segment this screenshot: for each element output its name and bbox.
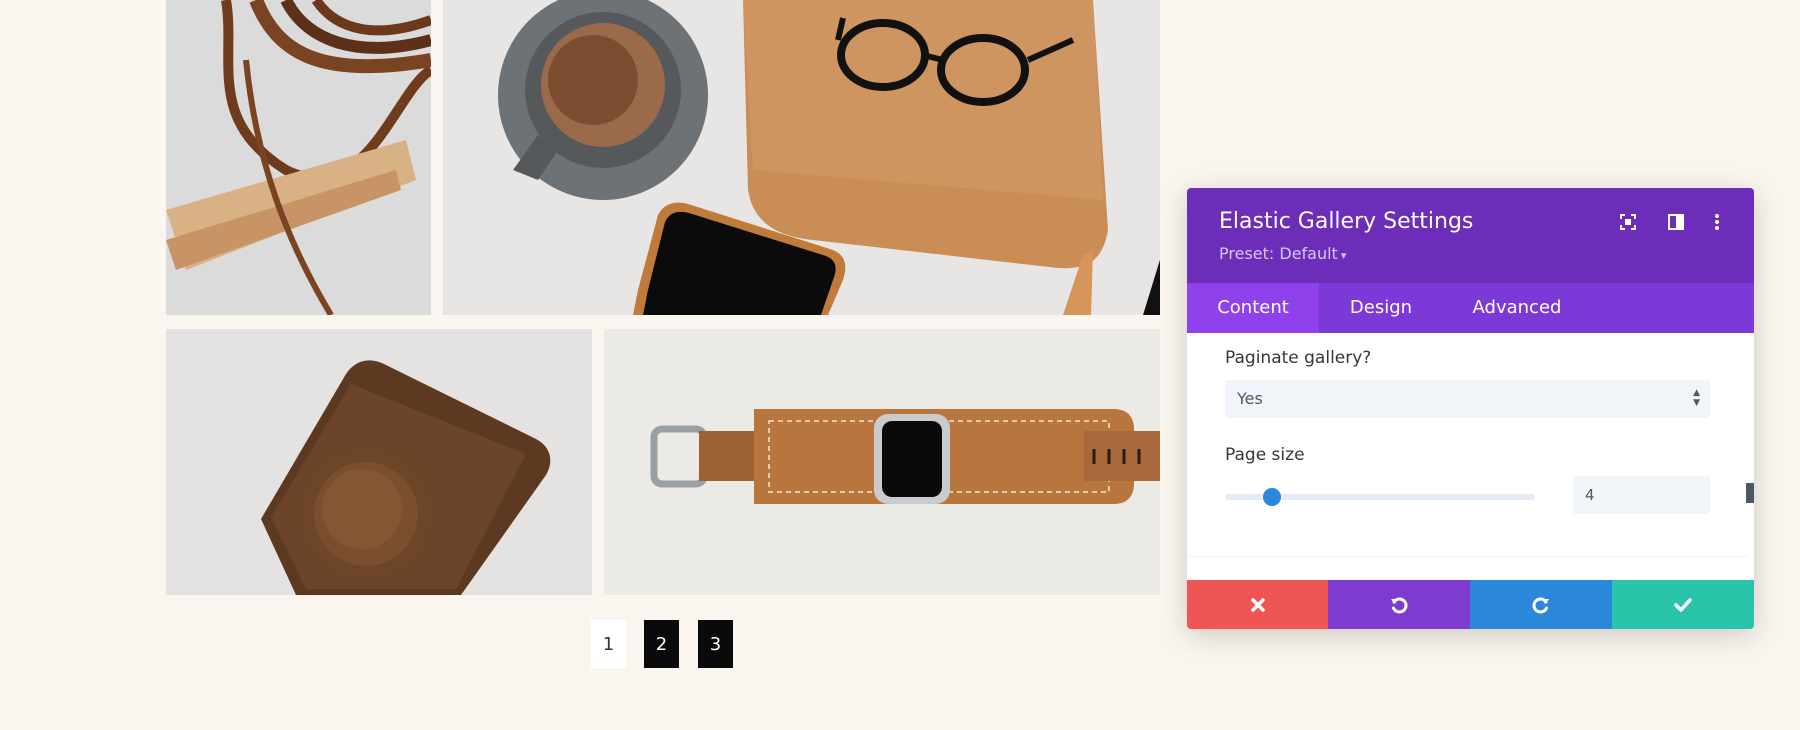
paginate-gallery-label: Paginate gallery? [1225,348,1372,368]
page-size-label: Page size [1225,445,1305,465]
undo-button[interactable] [1328,580,1470,629]
check-icon [1674,597,1692,612]
tab-advanced[interactable]: Advanced [1443,283,1591,333]
divider [1187,556,1747,557]
page-size-slider-handle[interactable] [1262,488,1281,506]
scroll-indicator[interactable] [1746,483,1754,503]
gallery-image-leather-cords[interactable] [166,0,431,315]
redo-button[interactable] [1470,580,1612,629]
tab-design[interactable]: Design [1319,283,1443,333]
cancel-button[interactable] [1187,580,1328,629]
caret-down-icon: ▾ [1340,249,1347,262]
fullscreen-icon[interactable] [1617,211,1639,233]
select-arrows-icon: ▲ ▼ [1693,388,1700,408]
page-button-1[interactable]: 1 [591,620,626,668]
more-options-icon[interactable] [1706,211,1728,233]
panel-title: Elastic Gallery Settings [1219,209,1474,234]
close-icon [1250,597,1265,612]
gallery-image-coffee-notebook[interactable] [443,0,1160,315]
settings-panel: Elastic Gallery Settings Preset: Default… [1187,188,1754,629]
split-view-icon[interactable] [1665,211,1687,233]
tab-content[interactable]: Content [1187,283,1319,333]
preset-selector[interactable]: Preset: Default ▾ [1219,244,1346,263]
redo-icon [1532,596,1549,613]
preset-label: Preset: Default [1219,244,1338,263]
undo-icon [1391,596,1408,613]
panel-tabs: Content Design Advanced [1187,283,1754,333]
panel-header: Elastic Gallery Settings Preset: Default… [1187,188,1754,283]
paginate-gallery-value: Yes [1237,389,1263,408]
gallery-image-camera-case[interactable] [166,329,592,595]
page-button-3[interactable]: 3 [698,620,733,668]
gallery-image-watch[interactable] [604,329,1160,595]
page-size-input[interactable] [1573,476,1710,514]
paginate-gallery-select[interactable]: Yes ▲ ▼ [1225,380,1710,418]
page-size-slider[interactable] [1225,488,1535,506]
page-button-2[interactable]: 2 [644,620,679,668]
save-button[interactable] [1612,580,1754,629]
